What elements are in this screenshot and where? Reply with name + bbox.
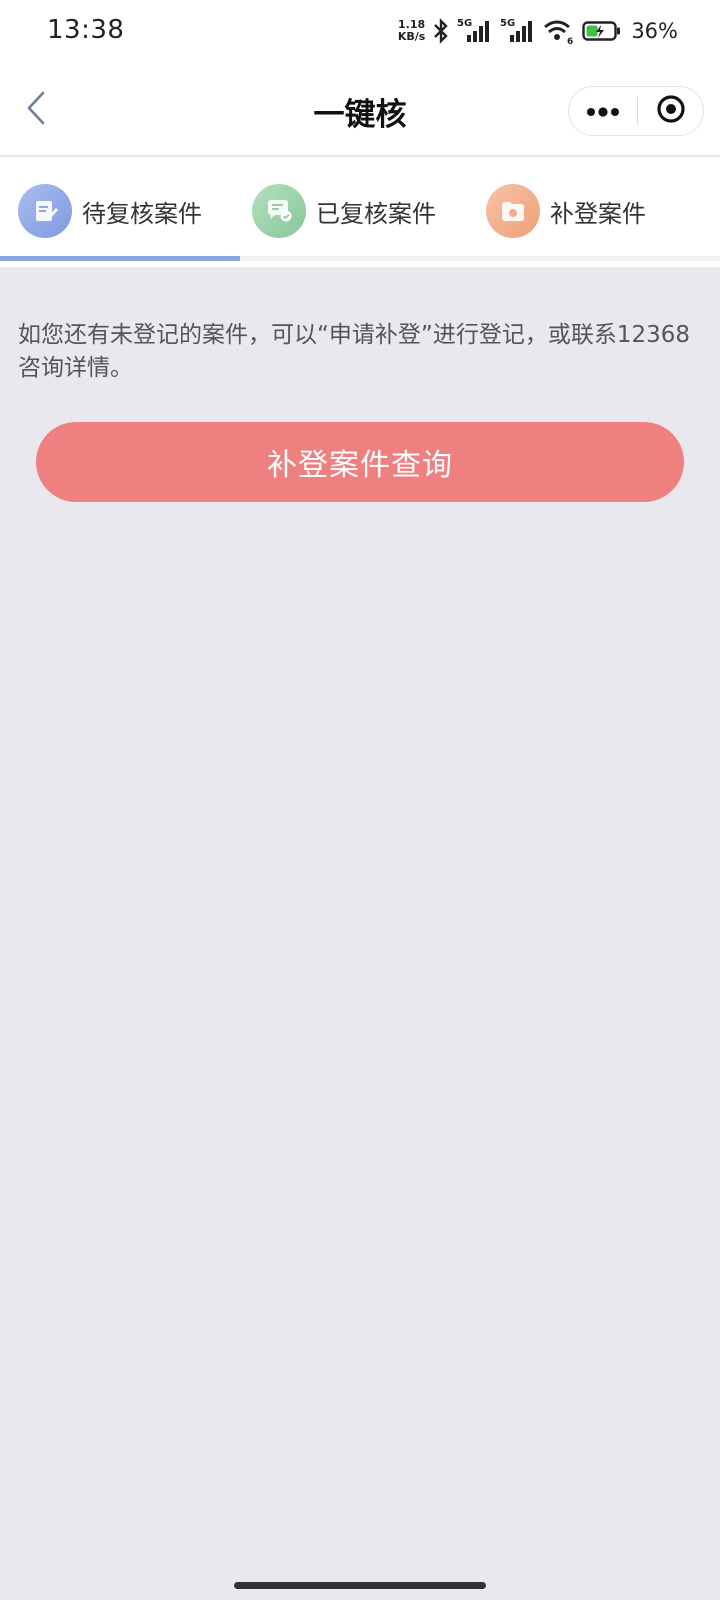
tab-pending-review[interactable]: 待复核案件 — [18, 183, 202, 239]
tab-bar: 待复核案件 已复核案件 补登案件 — [0, 157, 720, 267]
more-dots-icon — [586, 102, 620, 121]
battery-percent: 36% — [631, 19, 678, 43]
tab-reviewed[interactable]: 已复核案件 — [252, 183, 436, 239]
supplementary-case-query-button[interactable]: 补登案件查询 — [36, 422, 684, 502]
mini-program-capsule — [568, 86, 704, 136]
network-speed-unit: KB/s — [397, 30, 426, 43]
tab-label: 已复核案件 — [316, 199, 436, 228]
target-close-icon — [656, 94, 686, 128]
chat-check-icon — [252, 184, 306, 238]
notice-text: 如您还有未登记的案件，可以“申请补登”进行登记，或联系12368咨询详情。 — [18, 322, 690, 381]
active-tab-indicator — [0, 256, 240, 261]
tab-supplementary[interactable]: 补登案件 — [486, 183, 646, 239]
status-icons: 1.18 KB/s 5G 5G 6 36% — [398, 14, 678, 48]
more-button[interactable] — [569, 87, 637, 135]
status-bar: 13:38 1.18 KB/s 5G 5G 6 36% — [0, 0, 720, 64]
status-time: 13:38 — [47, 15, 125, 45]
network-speed: 1.18 KB/s — [398, 19, 425, 43]
notebook-edit-icon — [18, 184, 72, 238]
signal2-label: 5G — [500, 18, 515, 29]
wifi-sub-label: 6 — [567, 37, 573, 45]
signal-icon-2: 5G — [500, 16, 536, 46]
tab-label: 补登案件 — [550, 199, 646, 228]
battery-icon — [582, 19, 622, 43]
wifi-icon: 6 — [543, 17, 575, 45]
home-indicator[interactable] — [234, 1582, 486, 1589]
signal-icon: 5G — [457, 16, 493, 46]
tab-label: 待复核案件 — [82, 199, 202, 228]
bluetooth-icon — [432, 18, 450, 44]
nav-bar: 一键核 — [0, 64, 720, 156]
close-mini-program-button[interactable] — [638, 87, 703, 135]
folder-icon — [486, 184, 540, 238]
signal1-label: 5G — [457, 18, 472, 29]
tab-divider — [240, 256, 720, 261]
